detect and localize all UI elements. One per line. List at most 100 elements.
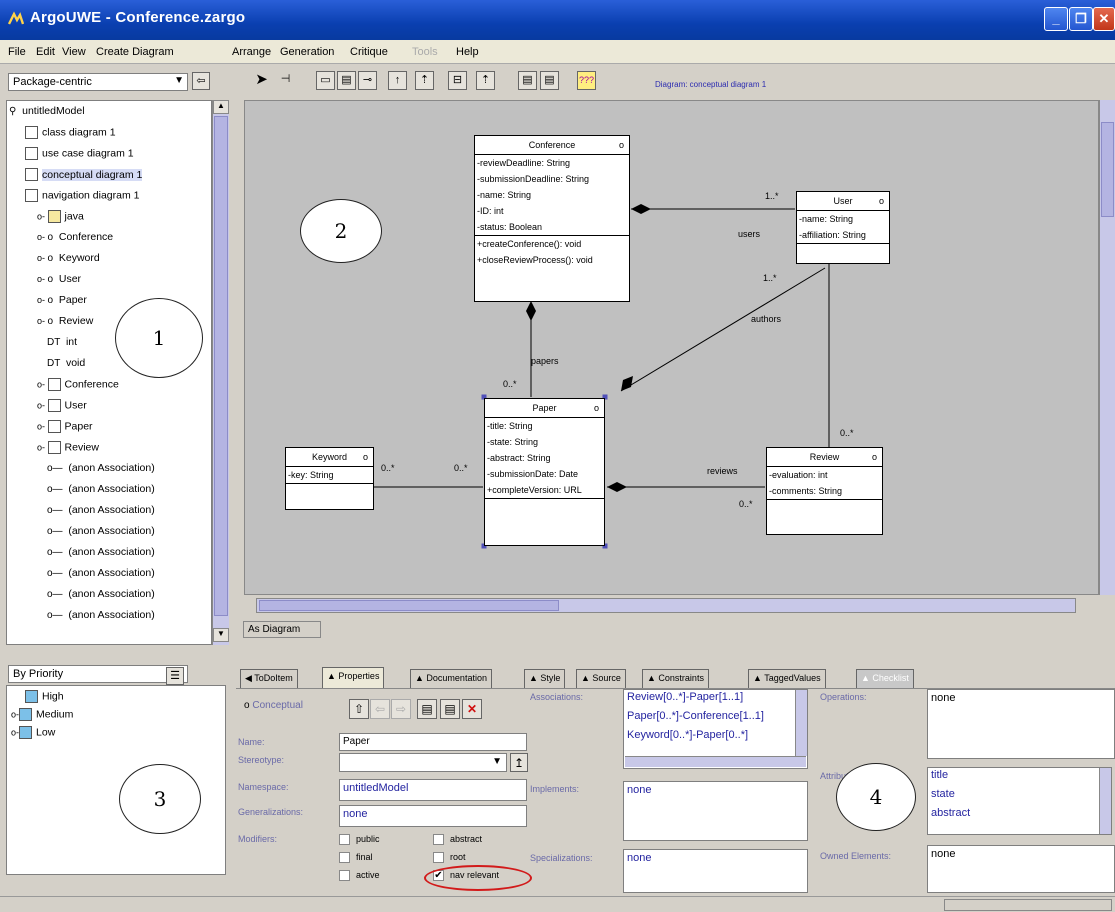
stereotype-select[interactable]: ▼ — [339, 753, 507, 772]
menu-critique[interactable]: Critique — [350, 46, 388, 58]
canvas-hscroll[interactable] — [256, 598, 1076, 613]
broom-tool-icon[interactable]: ⊣ — [276, 71, 295, 90]
expand-key-icon[interactable]: o- — [37, 211, 48, 221]
dependency-tool-icon[interactable]: ↑ — [388, 71, 407, 90]
scroll-up-icon[interactable]: ▲ — [213, 100, 229, 114]
expand-key-icon[interactable]: o- — [37, 442, 48, 452]
canvas-vscroll-thumb[interactable] — [1101, 122, 1114, 217]
tree-item[interactable]: o— (anon Association) — [47, 588, 155, 607]
perspective-select[interactable]: Package-centric ▼ — [8, 73, 188, 91]
tree-item[interactable]: DT void — [47, 357, 85, 376]
todo-item-low[interactable]: o- Low — [11, 726, 55, 745]
expand-key-icon[interactable]: o- — [37, 316, 48, 326]
tree-item[interactable]: DT int — [47, 336, 77, 355]
expand-key-icon[interactable]: o- — [37, 379, 48, 389]
tree-item[interactable]: o- o Paper — [37, 294, 87, 313]
implements-field[interactable]: none — [623, 781, 808, 841]
associations-list[interactable]: Review[0..*]-Paper[1..1] Paper[0..*]-Con… — [623, 689, 808, 769]
package-tool-icon[interactable]: ▭ — [316, 71, 335, 90]
owned-elements-field[interactable]: none — [927, 845, 1115, 893]
tab-properties[interactable]: ▲ Properties — [322, 667, 385, 689]
class-keyword[interactable]: Keyword o -key: String — [285, 447, 374, 510]
menu-create-diagram[interactable]: Create Diagram — [96, 46, 174, 58]
associations-vscroll[interactable] — [795, 690, 807, 756]
class-user[interactable]: User o -name: String -affiliation: String — [796, 191, 890, 264]
tree-item[interactable]: o- java — [37, 210, 84, 229]
todo-options-icon[interactable]: ☰ — [166, 667, 184, 685]
menu-generation[interactable]: Generation — [280, 46, 334, 58]
todo-item-high[interactable]: High — [25, 690, 64, 709]
specializations-field[interactable]: none — [623, 849, 808, 893]
tab-todoitem[interactable]: ◀ ToDoItem — [240, 669, 298, 688]
todo-item-medium[interactable]: o- Medium — [11, 708, 73, 727]
tree-item[interactable]: o— (anon Association) — [47, 483, 155, 502]
priority-select[interactable]: By Priority ▼ — [8, 665, 188, 683]
association-item[interactable]: Keyword[0..*]-Paper[0..*] — [627, 729, 804, 748]
add-operation-icon[interactable]: ▤ — [540, 71, 559, 90]
tree-item[interactable]: o— (anon Association) — [47, 504, 155, 523]
tab-constraints[interactable]: ▲ Constraints — [642, 669, 709, 688]
canvas-vscroll[interactable] — [1099, 100, 1115, 595]
tab-as-diagram[interactable]: As Diagram — [243, 621, 321, 638]
interface-tool-icon[interactable]: ⊟ — [448, 71, 467, 90]
associations-hscroll[interactable] — [625, 756, 806, 767]
expand-key-icon[interactable]: o- — [37, 253, 48, 263]
delete-icon[interactable]: ✕ — [462, 699, 482, 719]
tree-item[interactable]: class diagram 1 — [25, 126, 116, 145]
navigate-up-icon[interactable]: ⇧ — [349, 699, 369, 719]
expand-key-icon[interactable]: o- — [37, 400, 48, 410]
tree-item[interactable]: o- Review — [37, 441, 99, 460]
tab-taggedvalues[interactable]: ▲ TaggedValues — [748, 669, 826, 688]
association-item[interactable]: Paper[0..*]-Conference[1..1] — [627, 710, 804, 729]
new-attribute-icon[interactable]: ▤ — [417, 699, 437, 719]
tree-item[interactable]: conceptual diagram 1 — [25, 168, 143, 187]
class-paper[interactable]: Paper o -title: String -state: String -ab… — [484, 398, 605, 546]
go-to-stereotype-icon[interactable]: ↥ — [510, 753, 528, 772]
attribute-item[interactable]: title — [931, 769, 1108, 788]
tree-item[interactable]: o- Conference — [37, 378, 119, 397]
tree-item[interactable]: navigation diagram 1 — [25, 189, 139, 208]
tree-item[interactable]: o- User — [37, 399, 87, 418]
attribute-item[interactable]: abstract — [931, 807, 1108, 826]
menu-help[interactable]: Help — [456, 46, 479, 58]
tree-item[interactable]: o— (anon Association) — [47, 546, 155, 565]
tree-item[interactable]: o- o Review — [37, 315, 93, 334]
attributes-vscroll[interactable] — [1099, 768, 1111, 834]
tree-item[interactable]: o— (anon Association) — [47, 567, 155, 586]
new-operation-icon[interactable]: ▤ — [440, 699, 460, 719]
expand-key-icon[interactable]: o- — [37, 295, 48, 305]
minimize-button[interactable]: _ — [1044, 7, 1068, 31]
expand-key-icon[interactable]: o- — [37, 421, 48, 431]
operations-field[interactable]: none — [927, 689, 1115, 759]
menu-view[interactable]: View — [62, 46, 86, 58]
tree-item[interactable]: o— (anon Association) — [47, 525, 155, 544]
maximize-button[interactable]: ❐ — [1069, 7, 1093, 31]
attribute-item[interactable]: state — [931, 788, 1108, 807]
canvas-hscroll-thumb[interactable] — [259, 600, 559, 611]
root-checkbox[interactable] — [433, 852, 444, 863]
diagram-canvas[interactable]: Conference o -reviewDeadline: String -sub… — [244, 100, 1099, 595]
expand-key-icon[interactable]: o- — [37, 274, 48, 284]
tree-item[interactable]: use case diagram 1 — [25, 147, 134, 166]
tab-documentation[interactable]: ▲ Documentation — [410, 669, 492, 688]
attributes-list[interactable]: title state abstract — [927, 767, 1112, 835]
class-review[interactable]: Review o -evaluation: int -comments: Stri… — [766, 447, 883, 535]
class-conference[interactable]: Conference o -reviewDeadline: String -sub… — [474, 135, 630, 302]
name-field[interactable]: Paper — [339, 733, 527, 751]
select-tool-icon[interactable]: ➤ — [252, 71, 271, 90]
tree-item[interactable]: o- o Keyword — [37, 252, 100, 271]
tree-item[interactable]: o- o User — [37, 273, 81, 292]
generalization-tool-icon[interactable]: ⇡ — [415, 71, 434, 90]
generalizations-field[interactable]: none — [339, 805, 527, 827]
explorer-scroll-thumb[interactable] — [214, 116, 228, 616]
close-button[interactable]: ✕ — [1093, 7, 1115, 31]
note-tool-icon[interactable]: ??? — [577, 71, 596, 90]
menu-arrange[interactable]: Arrange — [232, 46, 271, 58]
tree-item[interactable]: o- o Conference — [37, 231, 113, 250]
tab-style[interactable]: ▲ Style — [524, 669, 566, 688]
tree-item[interactable]: o- Paper — [37, 420, 93, 439]
menu-file[interactable]: File — [8, 46, 26, 58]
association-item[interactable]: Review[0..*]-Paper[1..1] — [627, 691, 804, 710]
class-tool-icon[interactable]: ▤ — [337, 71, 356, 90]
tree-item[interactable]: o— (anon Association) — [47, 609, 155, 628]
